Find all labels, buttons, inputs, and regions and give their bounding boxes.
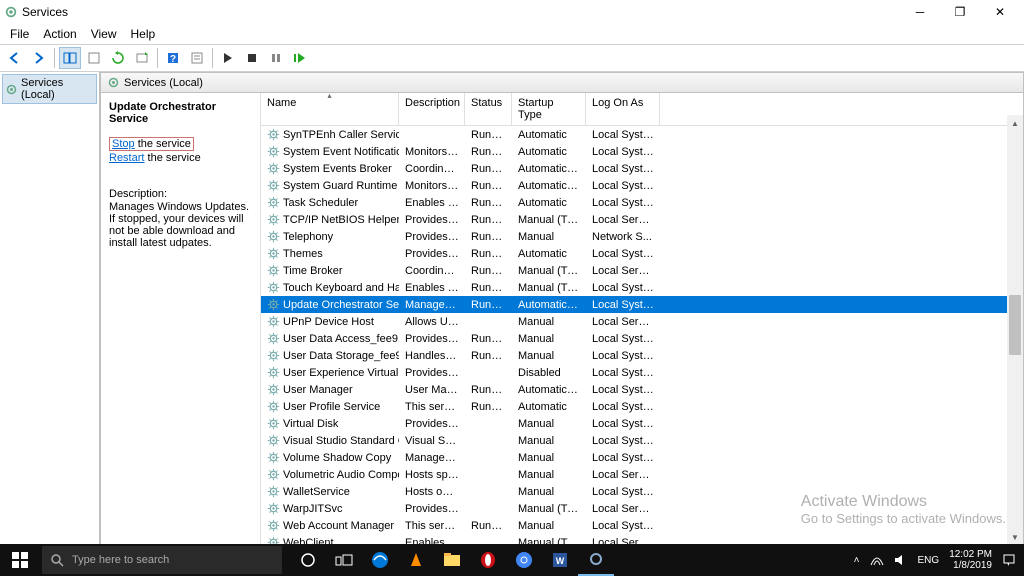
- export-button[interactable]: [83, 47, 105, 69]
- show-hide-tree-button[interactable]: [59, 47, 81, 69]
- restart-service-button[interactable]: [289, 47, 311, 69]
- window-title: Services: [22, 5, 900, 19]
- service-row[interactable]: Task SchedulerEnables a us...RunningAuto…: [261, 194, 1023, 211]
- service-row[interactable]: TCP/IP NetBIOS HelperProvides su...Runni…: [261, 211, 1023, 228]
- tree-root-label: Services (Local): [21, 77, 94, 101]
- vertical-scrollbar[interactable]: ▲ ▼: [1007, 115, 1023, 545]
- column-status[interactable]: Status: [465, 93, 512, 125]
- taskbar-app-word[interactable]: W: [542, 544, 578, 576]
- service-row[interactable]: User Experience Virtualizatio...Provides…: [261, 364, 1023, 381]
- service-row[interactable]: UPnP Device HostAllows UPn...ManualLocal…: [261, 313, 1023, 330]
- service-row[interactable]: Touch Keyboard and Hand...Enables Tou...…: [261, 279, 1023, 296]
- cortana-button[interactable]: [290, 544, 326, 576]
- column-description[interactable]: Description: [399, 93, 465, 125]
- service-row[interactable]: User Data Access_fee91aProvides ap...Run…: [261, 330, 1023, 347]
- service-row[interactable]: ThemesProvides us...RunningAutomaticLoca…: [261, 245, 1023, 262]
- properties-button[interactable]: [186, 47, 208, 69]
- taskbar-app-opera[interactable]: [470, 544, 506, 576]
- export-list-button[interactable]: [131, 47, 153, 69]
- main-header: Services (Local): [101, 73, 1023, 93]
- toolbar: ?: [0, 44, 1024, 72]
- menu-file[interactable]: File: [4, 25, 35, 43]
- service-row[interactable]: Time BrokerCoordinates...RunningManual (…: [261, 262, 1023, 279]
- console-tree: Services (Local): [0, 72, 100, 546]
- menu-help[interactable]: Help: [125, 25, 162, 43]
- service-list[interactable]: SynTPEnh Caller ServiceRunningAutomaticL…: [261, 126, 1023, 545]
- service-row[interactable]: System Events BrokerCoordinates...Runnin…: [261, 160, 1023, 177]
- service-row[interactable]: Volumetric Audio Composit...Hosts spatia…: [261, 466, 1023, 483]
- scroll-thumb[interactable]: [1009, 295, 1021, 355]
- service-row[interactable]: Virtual DiskProvides m...ManualLocal Sys…: [261, 415, 1023, 432]
- taskbar: Type here to search W ˄ ENG 12:02 PM 1/8…: [0, 544, 1024, 576]
- scroll-down-button[interactable]: ▼: [1007, 529, 1023, 545]
- scroll-up-button[interactable]: ▲: [1007, 115, 1023, 131]
- description-label: Description:: [109, 188, 254, 200]
- service-row[interactable]: User Profile ServiceThis service ...Runn…: [261, 398, 1023, 415]
- service-row[interactable]: System Event Notification S...Monitors s…: [261, 143, 1023, 160]
- description-text: Manages Windows Updates. If stopped, you…: [109, 201, 254, 249]
- service-row[interactable]: User Data Storage_fee91aHandles sto...Ru…: [261, 347, 1023, 364]
- stop-service-link-box: Stop the service: [109, 137, 194, 151]
- tray-language[interactable]: ENG: [918, 555, 940, 566]
- tree-services-local[interactable]: Services (Local): [2, 74, 97, 104]
- start-service-button[interactable]: [217, 47, 239, 69]
- service-row[interactable]: Update Orchestrator ServiceManages W...R…: [261, 296, 1023, 313]
- svg-text:W: W: [556, 556, 565, 566]
- service-row[interactable]: System Guard Runtime Mo...Monitors an...…: [261, 177, 1023, 194]
- service-row[interactable]: User ManagerUser Manag...RunningAutomati…: [261, 381, 1023, 398]
- tray-expand-icon[interactable]: ˄: [854, 555, 860, 566]
- restart-service-link[interactable]: Restart: [109, 152, 144, 164]
- taskbar-app-edge[interactable]: [362, 544, 398, 576]
- start-button[interactable]: [0, 552, 40, 568]
- taskbar-app-explorer[interactable]: [434, 544, 470, 576]
- forward-button[interactable]: [28, 47, 50, 69]
- taskbar-app-services[interactable]: [578, 544, 614, 576]
- column-startup[interactable]: Startup Type: [512, 93, 586, 125]
- back-button[interactable]: [4, 47, 26, 69]
- stop-service-button[interactable]: [241, 47, 263, 69]
- search-icon: [50, 553, 64, 567]
- menu-action[interactable]: Action: [37, 25, 82, 43]
- taskbar-app-chrome[interactable]: [506, 544, 542, 576]
- service-row[interactable]: WalletServiceHosts objec...ManualLocal S…: [261, 483, 1023, 500]
- search-placeholder: Type here to search: [72, 554, 169, 566]
- column-headers: Name Description Status Startup Type Log…: [261, 93, 1023, 126]
- tray-notifications-icon[interactable]: [1002, 553, 1016, 567]
- minimize-button[interactable]: ─: [900, 0, 940, 24]
- service-row[interactable]: WarpJITSvcProvides a JI...Manual (Trig..…: [261, 500, 1023, 517]
- stop-service-link[interactable]: Stop: [112, 138, 135, 150]
- taskbar-search[interactable]: Type here to search: [42, 546, 282, 574]
- refresh-button[interactable]: [107, 47, 129, 69]
- menu-view[interactable]: View: [85, 25, 123, 43]
- task-view-button[interactable]: [326, 544, 362, 576]
- main-header-label: Services (Local): [124, 77, 203, 89]
- svg-text:?: ?: [170, 54, 176, 65]
- tray-network-icon[interactable]: [870, 554, 884, 566]
- tray-clock[interactable]: 12:02 PM 1/8/2019: [949, 549, 992, 571]
- taskbar-app-vlc[interactable]: [398, 544, 434, 576]
- service-row[interactable]: Volume Shadow CopyManages an...ManualLoc…: [261, 449, 1023, 466]
- close-button[interactable]: ✕: [980, 0, 1020, 24]
- selected-service-name: Update Orchestrator Service: [109, 101, 254, 125]
- service-row[interactable]: Web Account ManagerThis service ...Runni…: [261, 517, 1023, 534]
- column-name[interactable]: Name: [261, 93, 399, 125]
- help-button[interactable]: ?: [162, 47, 184, 69]
- service-row[interactable]: TelephonyProvides Tel...RunningManualNet…: [261, 228, 1023, 245]
- menubar: File Action View Help: [0, 24, 1024, 44]
- detail-pane: Update Orchestrator Service Stop the ser…: [101, 93, 261, 545]
- service-row[interactable]: SynTPEnh Caller ServiceRunningAutomaticL…: [261, 126, 1023, 143]
- pause-service-button[interactable]: [265, 47, 287, 69]
- service-row[interactable]: Visual Studio Standard Coll...Visual Stu…: [261, 432, 1023, 449]
- column-logon[interactable]: Log On As: [586, 93, 660, 125]
- tray-volume-icon[interactable]: [894, 554, 908, 566]
- services-icon: [4, 5, 18, 19]
- maximize-button[interactable]: ❐: [940, 0, 980, 24]
